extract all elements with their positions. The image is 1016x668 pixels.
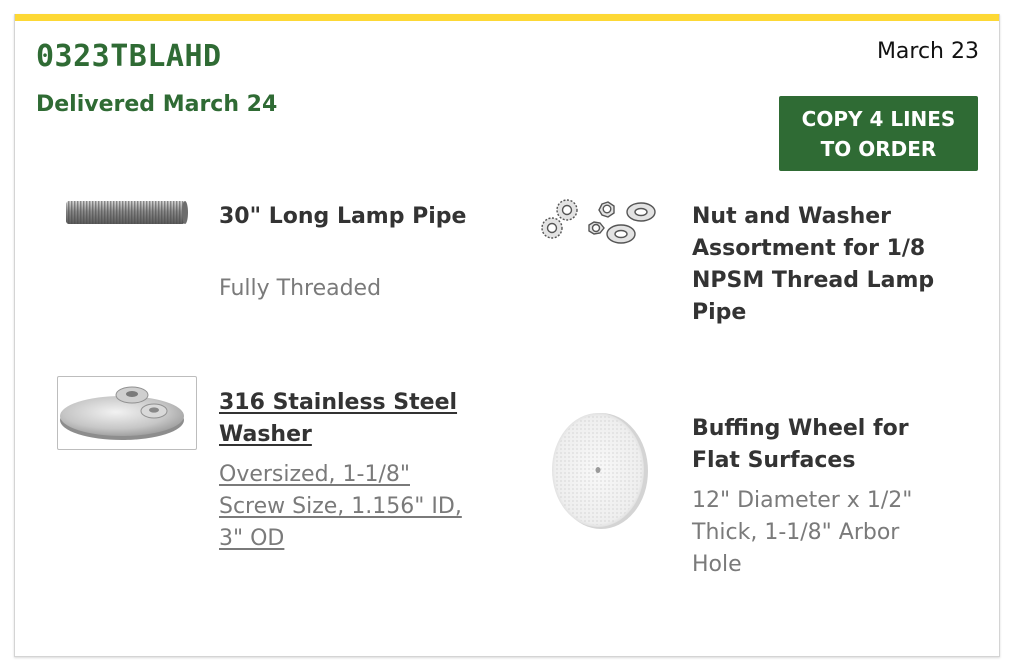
threaded-pipe-icon[interactable] — [56, 192, 198, 232]
buffing-wheel-icon[interactable] — [547, 411, 651, 531]
order-number: 0323TBLAHD — [36, 39, 222, 74]
item-title-link[interactable]: 316 Stainless Steel Washer — [219, 387, 479, 451]
item-title: 30" Long Lamp Pipe — [219, 204, 467, 229]
item-description-link[interactable]: Oversized, 1-1/8" Screw Size, 1.156" ID,… — [219, 459, 469, 555]
nut-washer-assortment-icon[interactable] — [533, 192, 675, 252]
delivery-status: Delivered March 24 — [36, 92, 278, 117]
copy-lines-to-order-button[interactable]: COPY 4 LINES TO ORDER — [779, 96, 978, 171]
item-title: Nut and Washer Assortment for 1/8 NPSM T… — [692, 204, 935, 325]
order-date: March 23 — [876, 39, 979, 64]
washer-icon[interactable] — [57, 376, 197, 450]
accent-bar — [15, 14, 999, 21]
item-description: Fully Threaded — [219, 276, 382, 301]
order-card: 0323TBLAHD March 23 Delivered March 24 C… — [14, 14, 1000, 657]
item-description: 12" Diameter x 1/2" Thick, 1-1/8" Arbor … — [692, 488, 913, 577]
item-title: Buffing Wheel for Flat Surfaces — [692, 416, 909, 473]
